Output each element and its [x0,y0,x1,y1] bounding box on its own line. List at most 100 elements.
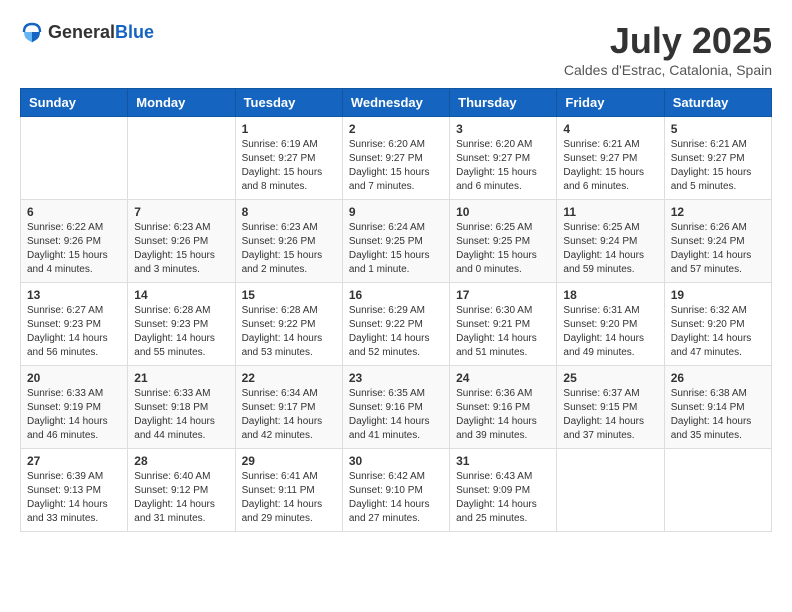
day-info: Sunrise: 6:28 AMSunset: 9:23 PMDaylight:… [134,304,228,360]
day-number: 21 [134,371,228,385]
calendar-cell: 3 Sunrise: 6:20 AMSunset: 9:27 PMDaylight… [450,117,557,200]
day-number: 18 [563,288,657,302]
weekday-header-monday: Monday [128,89,235,117]
weekday-header-wednesday: Wednesday [342,89,449,117]
logo: GeneralBlue [20,20,154,44]
calendar-cell: 25 Sunrise: 6:37 AMSunset: 9:15 PMDayligh… [557,366,664,449]
month-title: July 2025 [564,20,772,62]
calendar-cell: 12 Sunrise: 6:26 AMSunset: 9:24 PMDayligh… [664,200,771,283]
calendar-cell: 19 Sunrise: 6:32 AMSunset: 9:20 PMDayligh… [664,283,771,366]
day-info: Sunrise: 6:20 AMSunset: 9:27 PMDaylight:… [349,138,443,194]
day-number: 2 [349,122,443,136]
calendar-cell: 27Sunrise: 6:39 AMSunset: 9:13 PMDayligh… [21,449,128,532]
calendar-cell: 16Sunrise: 6:29 AMSunset: 9:22 PMDayligh… [342,283,449,366]
day-info: Sunrise: 6:33 AMSunset: 9:19 PMDaylight:… [27,387,121,443]
calendar-cell: 22Sunrise: 6:34 AMSunset: 9:17 PMDayligh… [235,366,342,449]
weekday-header-row: SundayMondayTuesdayWednesdayThursdayFrid… [21,89,772,117]
day-number: 26 [671,371,765,385]
day-info: Sunrise: 6:25 AMSunset: 9:24 PMDaylight:… [563,221,657,277]
day-info: Sunrise: 6:19 AMSunset: 9:27 PMDaylight:… [242,138,336,194]
calendar-cell: 5Sunrise: 6:21 AMSunset: 9:27 PMDaylight… [664,117,771,200]
logo-blue: Blue [115,22,154,42]
day-number: 8 [242,205,336,219]
day-number: 20 [27,371,121,385]
calendar-cell: 26 Sunrise: 6:38 AMSunset: 9:14 PMDayligh… [664,366,771,449]
day-info: Sunrise: 6:21 AMSunset: 9:27 PMDaylight:… [563,138,657,194]
calendar-cell: 30Sunrise: 6:42 AMSunset: 9:10 PMDayligh… [342,449,449,532]
calendar-cell: 11 Sunrise: 6:25 AMSunset: 9:24 PMDayligh… [557,200,664,283]
day-info: Sunrise: 6:43 AMSunset: 9:09 PMDaylight:… [456,470,550,526]
day-number: 11 [563,205,657,219]
calendar-cell: 23Sunrise: 6:35 AMSunset: 9:16 PMDayligh… [342,366,449,449]
weekday-header-friday: Friday [557,89,664,117]
calendar-week-1: 1 Sunrise: 6:19 AMSunset: 9:27 PMDaylight… [21,117,772,200]
day-number: 24 [456,371,550,385]
logo-icon [20,20,44,44]
weekday-header-saturday: Saturday [664,89,771,117]
day-number: 27 [27,454,121,468]
day-info: Sunrise: 6:22 AMSunset: 9:26 PMDaylight:… [27,221,121,277]
calendar-cell: 4Sunrise: 6:21 AMSunset: 9:27 PMDaylight… [557,117,664,200]
calendar-cell: 31 Sunrise: 6:43 AMSunset: 9:09 PMDayligh… [450,449,557,532]
day-number: 5 [671,122,765,136]
day-info: Sunrise: 6:24 AMSunset: 9:25 PMDaylight:… [349,221,443,277]
calendar-cell [21,117,128,200]
day-info: Sunrise: 6:40 AMSunset: 9:12 PMDaylight:… [134,470,228,526]
day-number: 31 [456,454,550,468]
day-number: 9 [349,205,443,219]
day-info: Sunrise: 6:26 AMSunset: 9:24 PMDaylight:… [671,221,765,277]
day-info: Sunrise: 6:31 AMSunset: 9:20 PMDaylight:… [563,304,657,360]
day-info: Sunrise: 6:37 AMSunset: 9:15 PMDaylight:… [563,387,657,443]
calendar-cell [128,117,235,200]
calendar-cell: 10Sunrise: 6:25 AMSunset: 9:25 PMDayligh… [450,200,557,283]
day-info: Sunrise: 6:27 AMSunset: 9:23 PMDaylight:… [27,304,121,360]
location-title: Caldes d'Estrac, Catalonia, Spain [564,62,772,78]
calendar-week-5: 27Sunrise: 6:39 AMSunset: 9:13 PMDayligh… [21,449,772,532]
title-area: July 2025 Caldes d'Estrac, Catalonia, Sp… [564,20,772,78]
calendar-cell [664,449,771,532]
day-info: Sunrise: 6:34 AMSunset: 9:17 PMDaylight:… [242,387,336,443]
calendar-cell: 2 Sunrise: 6:20 AMSunset: 9:27 PMDaylight… [342,117,449,200]
calendar-cell: 14 Sunrise: 6:28 AMSunset: 9:23 PMDayligh… [128,283,235,366]
day-number: 7 [134,205,228,219]
day-info: Sunrise: 6:20 AMSunset: 9:27 PMDaylight:… [456,138,550,194]
calendar-cell: 1 Sunrise: 6:19 AMSunset: 9:27 PMDaylight… [235,117,342,200]
calendar-week-4: 20 Sunrise: 6:33 AMSunset: 9:19 PMDayligh… [21,366,772,449]
calendar-cell: 21 Sunrise: 6:33 AMSunset: 9:18 PMDayligh… [128,366,235,449]
logo-general: General [48,22,115,42]
day-number: 12 [671,205,765,219]
weekday-header-thursday: Thursday [450,89,557,117]
calendar-cell [557,449,664,532]
day-number: 19 [671,288,765,302]
day-number: 25 [563,371,657,385]
calendar-cell: 15 Sunrise: 6:28 AMSunset: 9:22 PMDayligh… [235,283,342,366]
day-info: Sunrise: 6:32 AMSunset: 9:20 PMDaylight:… [671,304,765,360]
weekday-header-tuesday: Tuesday [235,89,342,117]
calendar-cell: 24 Sunrise: 6:36 AMSunset: 9:16 PMDayligh… [450,366,557,449]
weekday-header-sunday: Sunday [21,89,128,117]
day-number: 14 [134,288,228,302]
day-info: Sunrise: 6:30 AMSunset: 9:21 PMDaylight:… [456,304,550,360]
day-info: Sunrise: 6:28 AMSunset: 9:22 PMDaylight:… [242,304,336,360]
calendar-cell: 8 Sunrise: 6:23 AMSunset: 9:26 PMDaylight… [235,200,342,283]
day-info: Sunrise: 6:23 AMSunset: 9:26 PMDaylight:… [242,221,336,277]
day-number: 15 [242,288,336,302]
day-info: Sunrise: 6:36 AMSunset: 9:16 PMDaylight:… [456,387,550,443]
day-number: 1 [242,122,336,136]
day-number: 3 [456,122,550,136]
day-number: 6 [27,205,121,219]
calendar-week-3: 13 Sunrise: 6:27 AMSunset: 9:23 PMDayligh… [21,283,772,366]
day-number: 29 [242,454,336,468]
day-info: Sunrise: 6:42 AMSunset: 9:10 PMDaylight:… [349,470,443,526]
calendar: SundayMondayTuesdayWednesdayThursdayFrid… [20,88,772,532]
calendar-cell: 13 Sunrise: 6:27 AMSunset: 9:23 PMDayligh… [21,283,128,366]
calendar-cell: 6 Sunrise: 6:22 AMSunset: 9:26 PMDaylight… [21,200,128,283]
day-number: 28 [134,454,228,468]
day-number: 13 [27,288,121,302]
day-info: Sunrise: 6:25 AMSunset: 9:25 PMDaylight:… [456,221,550,277]
logo-text: GeneralBlue [48,22,154,43]
day-info: Sunrise: 6:38 AMSunset: 9:14 PMDaylight:… [671,387,765,443]
day-info: Sunrise: 6:33 AMSunset: 9:18 PMDaylight:… [134,387,228,443]
calendar-cell: 9 Sunrise: 6:24 AMSunset: 9:25 PMDaylight… [342,200,449,283]
day-number: 17 [456,288,550,302]
